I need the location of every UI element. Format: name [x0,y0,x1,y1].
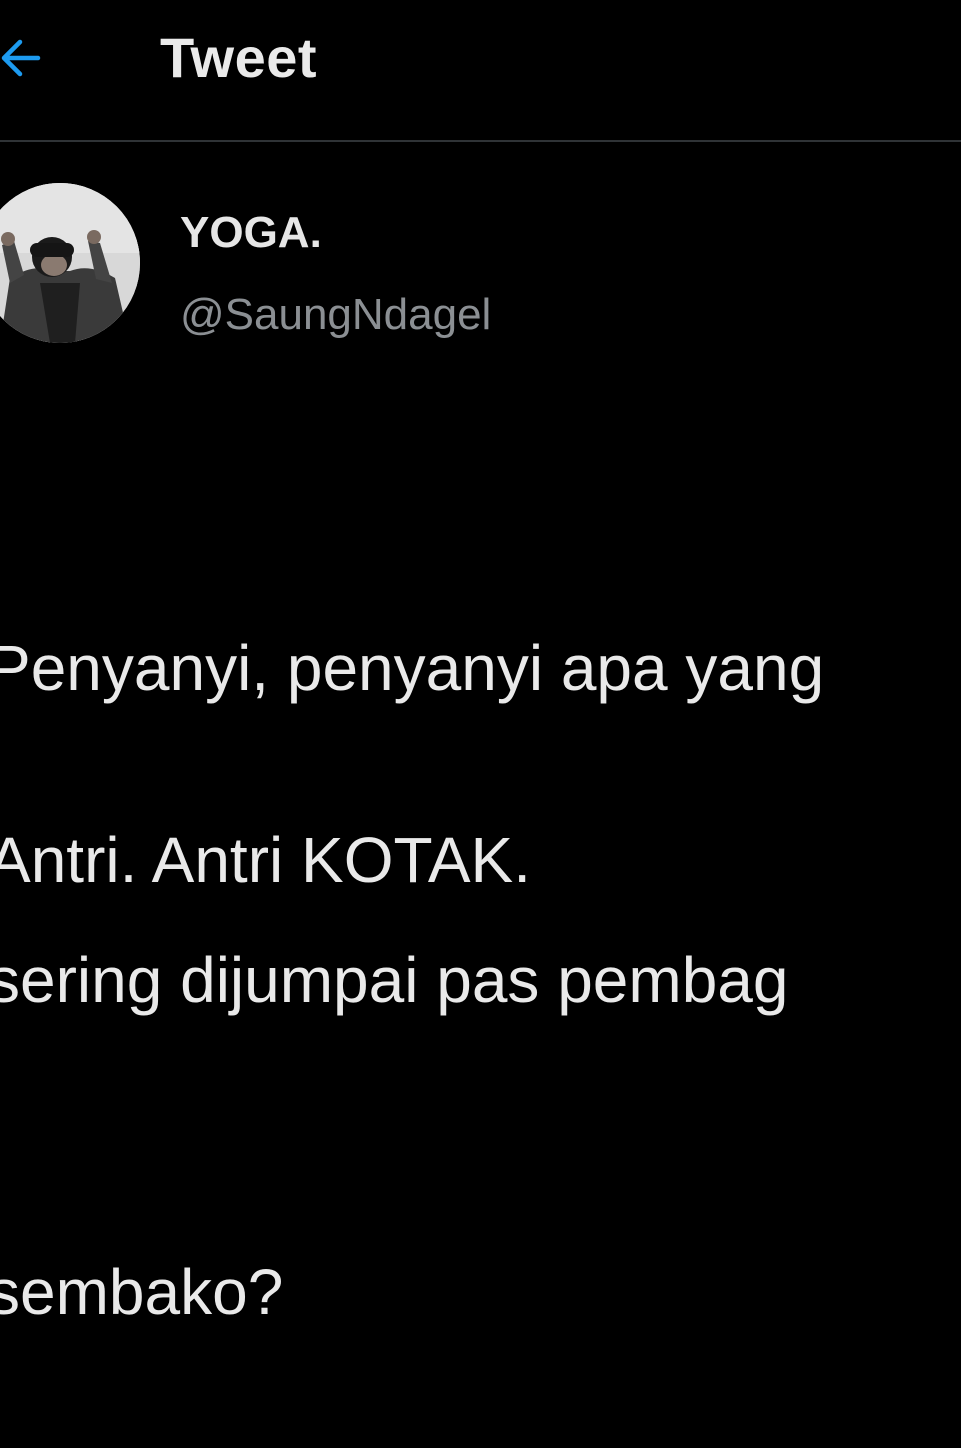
profile-photo [0,183,140,343]
top-bar: Tweet [0,0,961,142]
tweet-line: Penyanyi, penyanyi apa yang [0,632,825,704]
author-handle[interactable]: @SaungNdagel [180,287,491,343]
arrow-left-icon [1,39,41,77]
tweet-line: sering dijumpai pas pembag [0,944,789,1016]
tweet-body: Penyanyi, penyanyi apa yang sering dijum… [0,408,961,1448]
tweet-punchline: Antri. Antri KOTAK. [0,824,531,896]
avatar[interactable] [0,183,140,343]
page-title: Tweet [160,26,318,89]
tweet-line: sembako? [0,1256,284,1328]
back-button[interactable] [0,30,50,86]
author-display-name[interactable]: YOGA. [180,205,322,261]
